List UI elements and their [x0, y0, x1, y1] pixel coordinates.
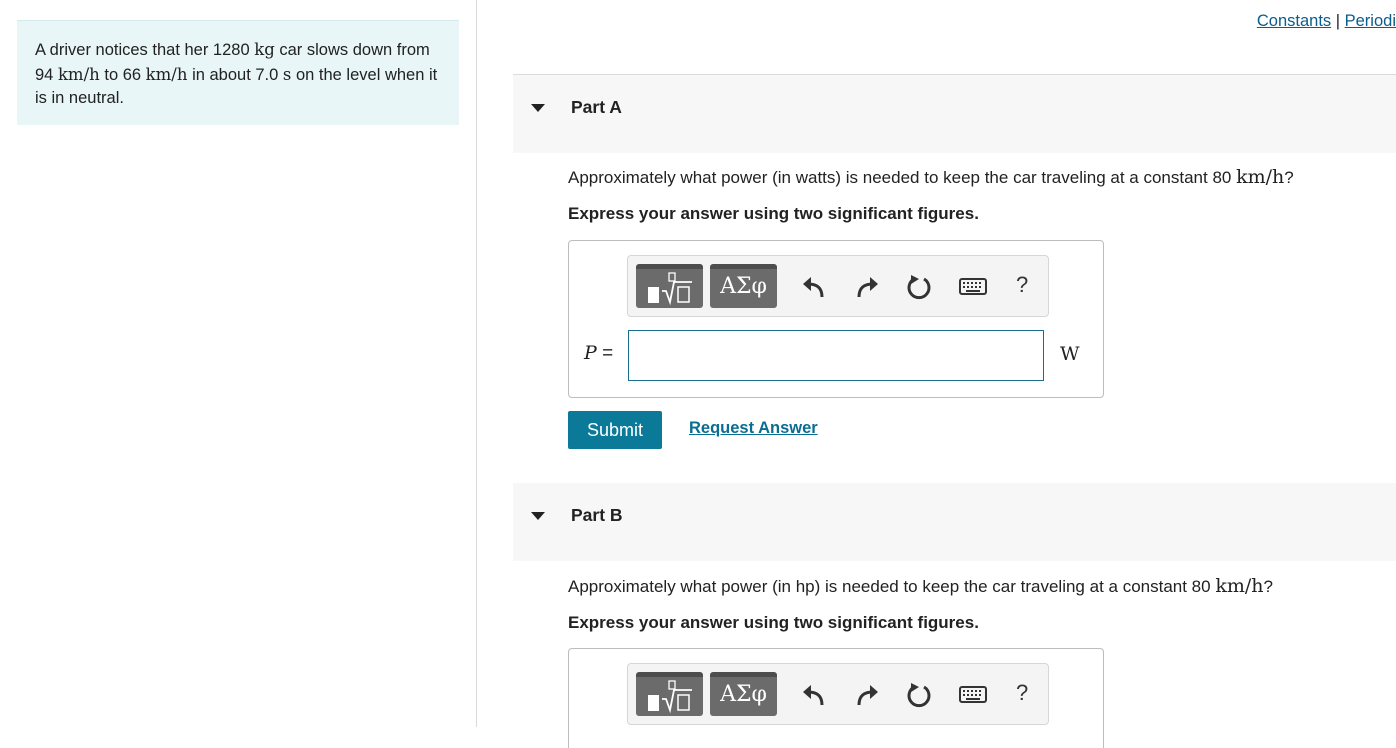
problem-text: in about 7.0: [187, 65, 283, 84]
keyboard-icon[interactable]: [958, 681, 988, 709]
problem-text: to 66: [99, 65, 146, 84]
constants-link[interactable]: Constants: [1257, 12, 1331, 30]
answer-unit: W: [1060, 343, 1080, 365]
question-mark: ?: [1284, 168, 1294, 187]
link-separator: |: [1331, 12, 1345, 30]
variable-p: P: [584, 342, 597, 364]
templates-icon: [648, 680, 692, 714]
greek-letters-button[interactable]: ΑΣφ: [710, 672, 777, 716]
math-toolbar: ΑΣφ ?: [627, 663, 1049, 725]
unit-kmh: km/h: [1236, 166, 1285, 188]
unit-kmh: km/h: [145, 64, 188, 84]
unit-kmh: km/h: [57, 64, 100, 84]
reset-icon[interactable]: [905, 273, 933, 301]
question-text: Approximately what power (in watts) is n…: [568, 168, 1237, 187]
help-icon[interactable]: ?: [1016, 680, 1028, 706]
greek-letters-icon: ΑΣφ: [720, 682, 767, 707]
templates-button[interactable]: [636, 264, 703, 308]
keyboard-icon[interactable]: [958, 273, 988, 301]
submit-button[interactable]: Submit: [568, 411, 662, 449]
math-toolbar: ΑΣφ ?: [627, 255, 1049, 317]
reset-icon[interactable]: [905, 681, 933, 709]
undo-icon[interactable]: [800, 273, 828, 301]
top-links: Constants | Periodi: [1257, 12, 1396, 31]
part-a-question: Approximately what power (in watts) is n…: [568, 166, 1294, 188]
collapse-caret-icon[interactable]: [531, 104, 545, 112]
greek-letters-button[interactable]: ΑΣφ: [710, 264, 777, 308]
problem-statement: A driver notices that her 1280 kg car sl…: [17, 20, 459, 125]
greek-letters-icon: ΑΣφ: [720, 274, 767, 299]
unit-kg: kg: [254, 40, 275, 59]
question-text: Approximately what power (in hp) is need…: [568, 577, 1216, 596]
part-b-instruction: Express your answer using two significan…: [568, 613, 979, 632]
collapse-caret-icon[interactable]: [531, 512, 545, 520]
part-a-answer-box: ΑΣφ ? P = W: [568, 240, 1104, 398]
question-mark: ?: [1263, 577, 1273, 596]
request-answer-link[interactable]: Request Answer: [689, 419, 818, 438]
templates-button[interactable]: [636, 672, 703, 716]
part-b-question: Approximately what power (in hp) is need…: [568, 575, 1273, 597]
answer-input[interactable]: [628, 330, 1044, 381]
part-a-header[interactable]: Part A: [513, 75, 1396, 153]
part-a-instruction: Express your answer using two significan…: [568, 204, 979, 223]
problem-text: A driver notices that her 1280: [35, 41, 255, 59]
answer-variable-label: P =: [584, 342, 613, 365]
templates-icon: [648, 272, 692, 306]
equals-sign: =: [596, 343, 614, 364]
part-b-answer-box: ΑΣφ ?: [568, 648, 1104, 748]
part-b-title: Part B: [571, 505, 623, 525]
periodic-table-link[interactable]: Periodi: [1345, 12, 1396, 30]
redo-icon[interactable]: [853, 273, 881, 301]
help-icon[interactable]: ?: [1016, 272, 1028, 298]
undo-icon[interactable]: [800, 681, 828, 709]
redo-icon[interactable]: [853, 681, 881, 709]
part-b-header[interactable]: Part B: [513, 483, 1396, 561]
panel-divider: [476, 0, 477, 727]
unit-kmh: km/h: [1215, 575, 1264, 597]
part-a-title: Part A: [571, 97, 622, 117]
